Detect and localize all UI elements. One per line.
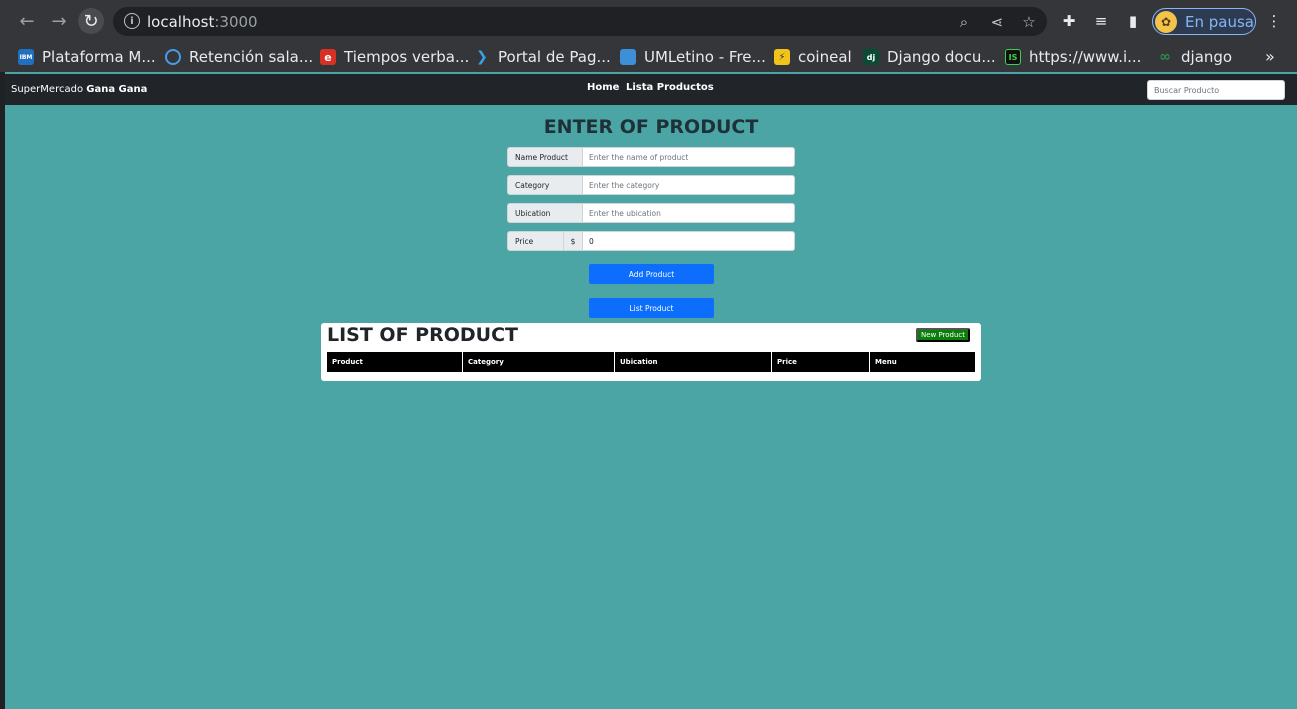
bookmark-item[interactable]: ∞ django <box>1157 46 1232 68</box>
price-field: Price $ <box>507 231 795 251</box>
list-product-button[interactable]: List Product <box>589 298 714 318</box>
name-product-field: Name Product <box>507 147 795 167</box>
name-product-input[interactable] <box>583 147 795 167</box>
field-label: Category <box>507 175 583 195</box>
extensions-puzzle-icon[interactable]: ✚ <box>1059 11 1079 31</box>
profile-chip[interactable]: ✿ En pausa <box>1152 8 1256 35</box>
bookmark-label: Plataforma M... <box>42 48 156 66</box>
browser-toolbar: ← → ↻ i localhost:3000 ⌕ ⋖ ☆ ✚ ≡ ▮ ✿ En … <box>0 0 1297 42</box>
field-label: Name Product <box>507 147 583 167</box>
bookmark-item[interactable]: dj Django docu... <box>863 46 996 68</box>
zoom-icon[interactable]: ⌕ <box>954 12 974 32</box>
lightning-icon: ⚡ <box>774 49 790 65</box>
column-header-menu[interactable]: Menu <box>870 352 975 372</box>
product-list-card: LIST OF PRODUCT New Product Product Cate… <box>321 323 981 381</box>
media-queue-icon[interactable]: ≡ <box>1091 11 1111 31</box>
bookmark-item[interactable]: e Tiempos verba... <box>320 46 469 68</box>
arrow-logo-icon: ❯ <box>476 49 488 65</box>
bookmark-item[interactable]: ⚡ coineal <box>774 46 852 68</box>
side-panel-icon[interactable]: ▮ <box>1123 11 1143 31</box>
category-input[interactable] <box>583 175 795 195</box>
new-product-button[interactable]: New Product <box>916 328 970 342</box>
list-title: LIST OF PRODUCT <box>327 324 518 346</box>
bookmark-label: UMLetino - Fre... <box>644 48 766 66</box>
app-navbar: SuperMercado Gana Gana Home Lista Produc… <box>5 74 1297 105</box>
bookmark-label: coineal <box>798 48 852 66</box>
price-input[interactable] <box>583 231 795 251</box>
share-icon[interactable]: ⋖ <box>987 12 1007 32</box>
bookmark-item[interactable]: IBM Plataforma M... <box>18 46 156 68</box>
nav-link-lista-productos[interactable]: Lista Productos <box>626 82 714 93</box>
ibm-icon: IBM <box>18 49 34 65</box>
profile-status-label: En pausa <box>1185 13 1254 31</box>
nav-link-home[interactable]: Home <box>587 82 619 93</box>
is-logo-icon: IS <box>1005 49 1021 65</box>
bookmark-item[interactable]: UMLetino - Fre... <box>620 46 766 68</box>
bookmark-label: https://www.i... <box>1029 48 1142 66</box>
table-header: Product Category Ubication Price Menu <box>327 352 975 372</box>
chat-bubble-icon <box>165 49 181 65</box>
bookmark-label: django <box>1181 48 1233 66</box>
bookmarks-bar: IBM Plataforma M... Retención sala... e … <box>0 42 1297 72</box>
avatar: ✿ <box>1155 11 1177 33</box>
search-input[interactable] <box>1147 80 1285 100</box>
page-viewport: SuperMercado Gana Gana Home Lista Produc… <box>5 72 1297 709</box>
add-product-button[interactable]: Add Product <box>589 264 714 284</box>
kebab-menu-icon[interactable]: ⋮ <box>1264 11 1284 31</box>
bookmark-label: Tiempos verba... <box>344 48 470 66</box>
forward-arrow-icon[interactable]: → <box>47 9 71 33</box>
field-label: Price <box>507 231 564 251</box>
bookmark-item[interactable]: ❯ Portal de Pag... <box>474 46 611 68</box>
category-field: Category <box>507 175 795 195</box>
column-header-product[interactable]: Product <box>327 352 463 372</box>
bookmark-star-icon[interactable]: ☆ <box>1019 12 1039 32</box>
bookmark-item[interactable]: IS https://www.i... <box>1005 46 1141 68</box>
site-info-icon[interactable]: i <box>124 13 140 29</box>
column-header-ubication[interactable]: Ubication <box>615 352 772 372</box>
e-logo-icon: e <box>320 49 336 65</box>
bookmark-label: Retención sala... <box>189 48 314 66</box>
reload-icon[interactable]: ↻ <box>78 8 104 34</box>
chevron-double-right-icon[interactable]: » <box>1265 47 1275 66</box>
ubication-input[interactable] <box>583 203 795 223</box>
django-icon: dj <box>863 49 879 65</box>
url-text[interactable]: localhost:3000 <box>147 13 258 31</box>
django-link-icon: ∞ <box>1159 49 1171 65</box>
brand[interactable]: SuperMercado Gana Gana <box>11 84 147 95</box>
ubication-field: Ubication <box>507 203 795 223</box>
back-arrow-icon[interactable]: ← <box>15 9 39 33</box>
form-title: ENTER OF PRODUCT <box>543 116 759 138</box>
bookmark-item[interactable]: Retención sala... <box>165 46 313 68</box>
field-label: Ubication <box>507 203 583 223</box>
currency-prefix: $ <box>564 231 583 251</box>
umletino-icon <box>620 49 636 65</box>
column-header-category[interactable]: Category <box>463 352 615 372</box>
bookmark-label: Django docu... <box>887 48 996 66</box>
bookmark-label: Portal de Pag... <box>498 48 611 66</box>
column-header-price[interactable]: Price <box>772 352 870 372</box>
address-bar[interactable]: i localhost:3000 ⌕ ⋖ ☆ <box>113 7 1047 36</box>
